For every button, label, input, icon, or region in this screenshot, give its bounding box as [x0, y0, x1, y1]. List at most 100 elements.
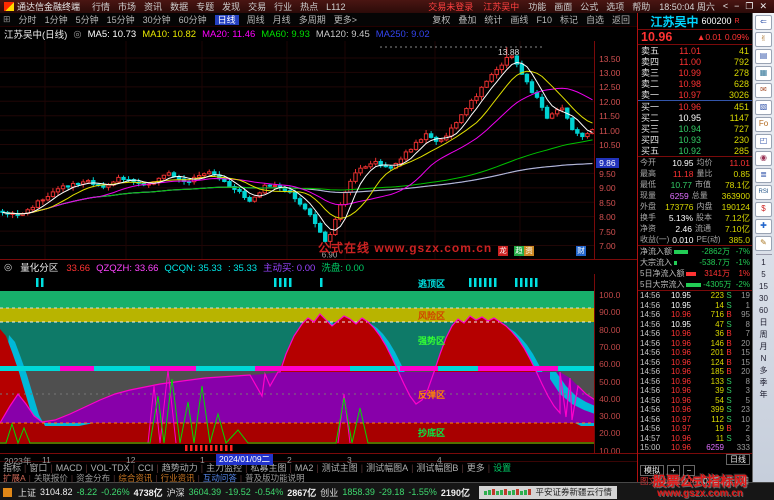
back-arrow-icon[interactable]: ⇐: [755, 15, 772, 30]
menu-item-画面[interactable]: 画面: [554, 2, 572, 12]
tab-资金分布[interactable]: 资金分布: [76, 472, 110, 484]
strip-period-月[interactable]: 月: [760, 341, 768, 353]
grid-icon[interactable]: ▦: [755, 66, 772, 81]
tab-行业资讯[interactable]: 行业资讯: [161, 472, 195, 484]
indicator-circle-icon[interactable]: ◎: [4, 262, 12, 273]
tool-画线[interactable]: 画线: [510, 15, 528, 25]
tab-互动问答[interactable]: 互动问答: [203, 472, 237, 484]
window-control[interactable]: −: [734, 1, 739, 11]
ask-row[interactable]: 卖一10.973026: [638, 89, 752, 100]
strip-period-60[interactable]: 60: [759, 305, 768, 317]
tick-price: 10.96: [664, 310, 691, 319]
market-icon[interactable]: [3, 488, 12, 497]
indicator-panel[interactable]: 100.090.0080.0070.0060.0050.0040.0030.00…: [0, 274, 637, 453]
tool-F10[interactable]: F10: [536, 15, 552, 25]
strip-period-N[interactable]: N: [761, 353, 767, 365]
tool-返回[interactable]: 返回: [612, 15, 630, 25]
menu-item-行情[interactable]: 行情: [92, 2, 110, 12]
dollar-icon[interactable]: $: [755, 202, 772, 217]
strip-period-30[interactable]: 30: [759, 293, 768, 305]
list-icon[interactable]: ≣: [755, 168, 772, 183]
login-status[interactable]: 交易未登录: [428, 0, 473, 13]
rsi-icon[interactable]: RSI: [755, 185, 772, 200]
chart-tag-icon[interactable]: 龙: [498, 246, 508, 256]
period-1分钟[interactable]: 1分钟: [45, 15, 68, 25]
hand-icon[interactable]: ✌: [755, 32, 772, 47]
f10-icon[interactable]: Fo: [755, 117, 772, 132]
strip-period-周[interactable]: 周: [760, 329, 768, 341]
selected-date[interactable]: 2024/01/09二: [216, 454, 273, 465]
index-name[interactable]: 沪深: [167, 486, 185, 499]
strip-period-年[interactable]: 年: [760, 389, 768, 401]
menu-item-数据[interactable]: 数据: [170, 2, 188, 12]
bid-row[interactable]: 买五10.92285: [638, 145, 752, 156]
time-axis[interactable]: 2023年111212342024/01/09二: [0, 453, 637, 461]
move-icon[interactable]: ✚: [755, 219, 772, 234]
tick-count: 5: [734, 396, 750, 405]
period-5分钟[interactable]: 5分钟: [76, 15, 99, 25]
stock-shortcut[interactable]: 江苏吴中: [483, 0, 519, 13]
strip-period-季[interactable]: 季: [760, 377, 768, 389]
index-name[interactable]: 上证: [18, 486, 36, 499]
menu-item-资讯[interactable]: 资讯: [144, 2, 162, 12]
strip-period-日[interactable]: 日: [760, 317, 768, 329]
period-周线[interactable]: 周线: [247, 15, 265, 25]
menu-item-交易[interactable]: 交易: [248, 2, 266, 12]
tab-综合资讯[interactable]: 综合资讯: [118, 472, 152, 484]
index-name[interactable]: 创业: [320, 486, 338, 499]
strip-period-5[interactable]: 5: [761, 269, 765, 281]
menu-item-发现[interactable]: 发现: [222, 2, 240, 12]
target-icon[interactable]: ◉: [755, 151, 772, 166]
tab-普及版功能说明[interactable]: 普及版功能说明: [245, 472, 305, 484]
period-月线[interactable]: 月线: [273, 15, 291, 25]
tab-关联报价[interactable]: 关联报价: [34, 472, 68, 484]
chart-tag-icon[interactable]: 财: [576, 246, 586, 256]
tool-复权[interactable]: 复权: [432, 15, 450, 25]
menu-item-热点[interactable]: 热点: [300, 2, 318, 12]
menu-item-市场[interactable]: 市场: [118, 2, 136, 12]
period-30分钟[interactable]: 30分钟: [143, 15, 171, 25]
chart-tag-icon[interactable]: 趋: [514, 246, 524, 256]
pencil-icon[interactable]: ✎: [755, 236, 772, 251]
period-chip[interactable]: 日线: [726, 454, 750, 465]
candlestick-chart-area[interactable]: 13.886.90 13.5013.0012.5012.0011.5011.00…: [0, 41, 637, 259]
indicator-chart[interactable]: [0, 274, 594, 453]
tick-volume: 146: [691, 339, 724, 348]
photo-icon[interactable]: ◰: [755, 134, 772, 149]
settings-circle-icon[interactable]: ◎: [73, 29, 81, 40]
menu-item-L112[interactable]: L112: [326, 2, 345, 12]
quote-header[interactable]: 江苏吴中 600200 R: [638, 13, 752, 30]
tab-扩展A[interactable]: 扩展A: [3, 472, 26, 484]
strip-period-多[interactable]: 多: [760, 365, 768, 377]
period-15分钟[interactable]: 15分钟: [107, 15, 135, 25]
menu-item-选项[interactable]: 选项: [606, 2, 624, 12]
menu-item-公式[interactable]: 公式: [580, 2, 598, 12]
window-control[interactable]: <: [723, 1, 728, 11]
layout-icon[interactable]: ⊞: [3, 14, 11, 25]
info-label: 量比: [697, 168, 727, 179]
period-多周期[interactable]: 多周期: [299, 15, 326, 25]
candlestick-chart[interactable]: 13.886.90: [0, 41, 594, 259]
chart-tag-icon[interactable]: 资: [524, 246, 534, 256]
tool-统计[interactable]: 统计: [484, 15, 502, 25]
menu-item-行业[interactable]: 行业: [274, 2, 292, 12]
window-control[interactable]: ✕: [759, 1, 767, 11]
tool-叠加[interactable]: 叠加: [458, 15, 476, 25]
window-control[interactable]: ❐: [745, 1, 753, 11]
period-60分钟[interactable]: 60分钟: [179, 15, 207, 25]
sort-icon[interactable]: ▤: [755, 49, 772, 64]
menu-item-帮助[interactable]: 帮助: [632, 2, 650, 12]
tool-标记[interactable]: 标记: [560, 15, 578, 25]
tick-trade-list[interactable]: 14:5610.95223S1914:5610.9514S114:5610.96…: [638, 290, 752, 453]
period-分时[interactable]: 分时: [19, 15, 37, 25]
chart-icon[interactable]: ▧: [755, 100, 772, 115]
period-更多>[interactable]: 更多>: [334, 15, 357, 25]
strip-period-15[interactable]: 15: [759, 281, 768, 293]
mail-icon[interactable]: ✉: [755, 83, 772, 98]
tool-自选[interactable]: 自选: [586, 15, 604, 25]
menu-item-功能[interactable]: 功能: [528, 2, 546, 12]
indicator-name[interactable]: 量化分区: [20, 260, 58, 274]
period-日线[interactable]: 日线: [215, 15, 239, 25]
menu-item-专题[interactable]: 专题: [196, 2, 214, 12]
strip-period-1[interactable]: 1: [761, 257, 765, 269]
